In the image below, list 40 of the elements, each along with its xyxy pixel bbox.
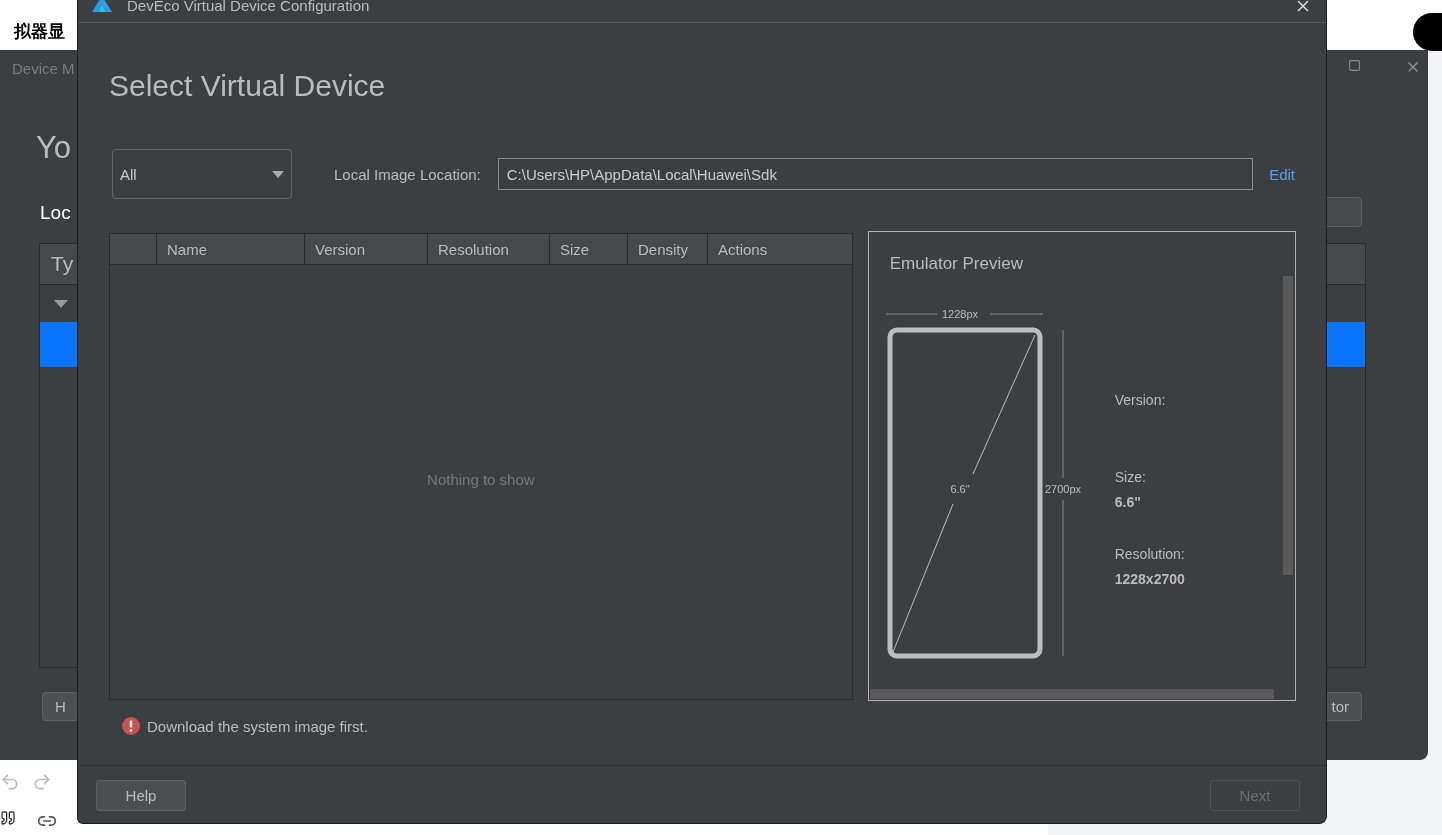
width-label: 1228px	[941, 308, 978, 320]
column-header[interactable]: Resolution	[428, 234, 550, 264]
window-title: Device M	[12, 60, 75, 77]
caret-icon	[272, 170, 284, 178]
info-value: 1228x2700	[1114, 570, 1185, 589]
panel-title: Emulator Preview	[889, 254, 1024, 274]
location-field[interactable]: C:\Users\HP\AppData\Local\Huawei\Sdk	[497, 158, 1254, 190]
error-message: Download the system image first.	[147, 717, 368, 735]
page-heading: Yo	[36, 130, 72, 166]
info-label: Version:	[1114, 391, 1167, 410]
empty-message: Nothing to show	[427, 470, 535, 488]
scrollbar[interactable]	[1283, 276, 1293, 575]
redo-icon[interactable]	[32, 772, 52, 792]
section-title: Loc	[40, 202, 71, 224]
column-header[interactable]: Version	[305, 234, 428, 264]
page-heading: 拟器显	[14, 20, 65, 43]
column-header[interactable]: Size	[550, 234, 628, 264]
field-label: Local Image Location:	[334, 165, 481, 183]
maximize-icon[interactable]	[1348, 59, 1361, 72]
logo-icon	[92, 0, 112, 12]
diagonal-label: 6.6"	[950, 483, 970, 495]
column-header[interactable]: Density	[628, 234, 708, 264]
scrollbar[interactable]	[869, 689, 1274, 699]
column-header[interactable]: Name	[157, 234, 305, 264]
filter-dropdown[interactable]: All	[112, 149, 292, 199]
dialog-heading: Select Virtual Device	[109, 69, 386, 103]
caret-icon[interactable]	[54, 298, 68, 309]
info-value: 6.6"	[1114, 493, 1142, 512]
height-label: 2700px	[1044, 483, 1081, 495]
info-label: Size:	[1114, 468, 1147, 487]
undo-icon[interactable]	[0, 772, 20, 792]
quote-icon[interactable]	[0, 810, 16, 826]
error-icon	[122, 717, 140, 735]
info-label: Resolution:	[1114, 545, 1185, 564]
help-button[interactable]: Help	[96, 780, 186, 811]
column-header: Ty	[51, 252, 74, 276]
column-header[interactable]: Actions	[708, 234, 852, 264]
window-button[interactable]: H	[42, 692, 79, 721]
edit-link[interactable]: Edit	[1269, 165, 1295, 183]
window-title: DevEco Virtual Device Configuration	[127, 0, 370, 15]
